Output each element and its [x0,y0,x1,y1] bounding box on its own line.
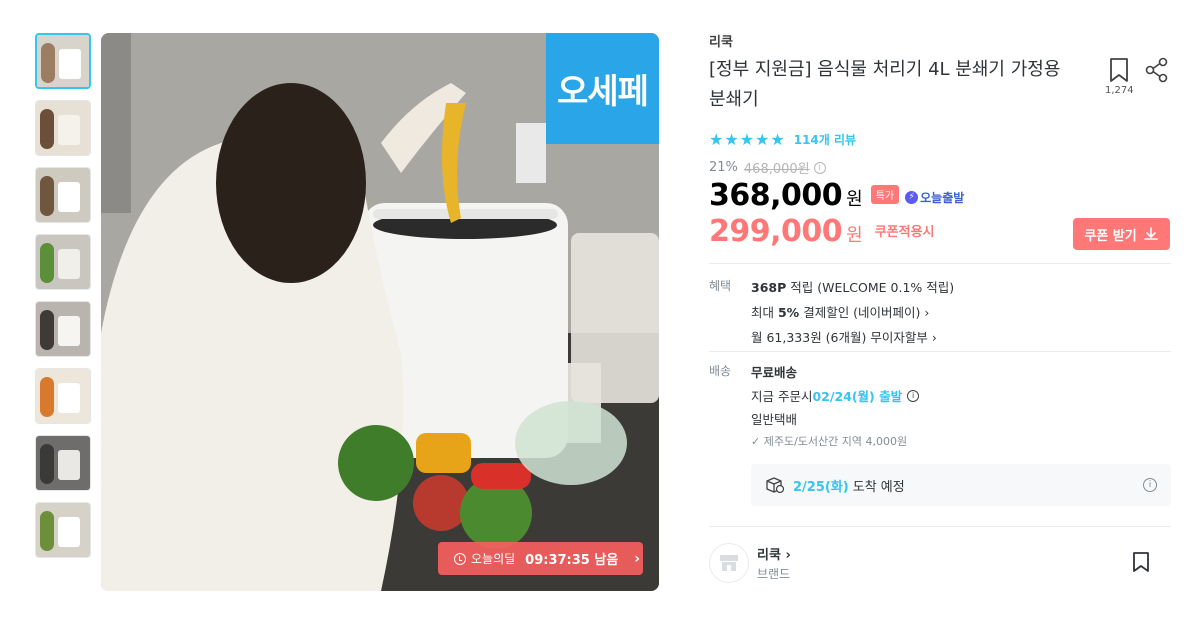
thumbnail-4[interactable] [35,234,91,290]
main-product-image[interactable]: 오세페 오늘의딜 09:37:35 남음 › [101,33,659,591]
arrival-text: 도착 예정 [852,479,905,495]
thumbnail-figure [40,444,54,484]
thumbnail-product [58,517,80,547]
get-coupon-button[interactable]: 쿠폰 받기 [1073,218,1170,250]
timer-label: 오늘의딜 [471,552,516,566]
points-line: 368P 적립 (WELCOME 0.1% 적립) [751,277,954,296]
bookmark-button[interactable] [1105,57,1133,87]
today-departure-label: 오늘출발 [920,190,965,205]
timer-countdown: 09:37:35 남음 [525,553,619,568]
delivery-type: 일반택배 [751,412,798,427]
store-name-link[interactable]: 리쿡 › [757,544,791,563]
coupon-price-row: 299,000 원 쿠폰적용시 [709,214,935,249]
todays-deal-timer[interactable]: 오늘의딜 09:37:35 남음 › [438,542,643,575]
today-departure-badge: ⚡ 오늘출발 [905,189,964,206]
order-date-prefix: 지금 주문시 [751,389,813,404]
coupon-price: 299,000 [709,214,843,249]
payment-discount-rate: 5% [777,305,800,320]
share-button[interactable] [1145,57,1169,87]
discount-row: 21% 468,000원 i [709,158,826,177]
divider [709,351,1171,352]
benefits-label: 혜택 [709,279,732,293]
installment-line[interactable]: 월 61,333원 (6개월) 무이자할부 › [751,327,937,346]
info-icon[interactable]: i [813,161,826,174]
special-deal-badge: 특가 [870,185,900,204]
thumbnail-product [58,249,80,279]
payment-discount-line[interactable]: 최대 5% 결제할인 (네이버페이) › [751,302,929,321]
store-bookmark-button[interactable] [1132,551,1150,577]
coupon-price-unit: 원 [846,225,863,246]
thumbnail-5[interactable] [35,301,91,357]
thumbnail-product [58,450,80,480]
download-icon [1143,227,1158,240]
thumbnail-figure [41,43,55,83]
thumbnail-figure [40,310,54,350]
thumbnail-list [35,33,91,569]
thumbnail-figure [40,109,54,149]
bookmark-icon [1133,552,1149,572]
rating-row[interactable]: ★ ★ ★ ★ ★ 114개 리뷰 [709,130,856,149]
original-price: 468,000원 [743,162,810,177]
package-icon [766,477,785,494]
store-avatar[interactable] [709,543,749,583]
payment-discount-desc: 결제할인 (네이버페이) › [799,305,930,320]
brand-link[interactable]: 리쿡 [709,31,733,50]
payment-discount-prefix: 최대 [751,305,778,320]
share-icon [1145,57,1168,83]
departure-date: 02/24(월) 출발 [812,389,903,404]
thumbnail-product [58,115,80,145]
osepe-badge: 오세페 [546,33,659,144]
thumbnail-product [58,383,80,413]
thumbnail-1[interactable] [35,33,91,89]
star-icon: ★ [724,130,739,149]
bookmark-icon [1110,58,1128,82]
thumbnail-figure [40,377,54,417]
sale-price: 368,000 [709,178,843,213]
clock-icon [454,552,466,565]
points-amount: 368P [751,280,787,295]
thumbnail-3[interactable] [35,167,91,223]
arrival-estimate: 2/25(화) 도착 예정 i [751,464,1171,506]
coupon-button-label: 쿠폰 받기 [1084,228,1137,244]
store-icon [720,555,738,571]
thumbnail-figure [40,176,54,216]
star-icon: ★ [755,130,770,149]
lightning-icon: ⚡ [905,190,919,204]
points-desc: 적립 (WELCOME 0.1% 적립) [786,280,955,295]
review-count-link[interactable]: 114개 리뷰 [794,131,856,148]
chevron-right-icon: › [634,550,641,567]
thumbnail-figure [40,243,54,283]
thumbnail-product [59,49,81,79]
thumbnail-product [58,182,80,212]
product-title: [정부 지원금] 음식물 처리기 4L 분쇄기 가정용 분쇄기 [709,59,1061,110]
delivery-label: 배송 [709,364,732,378]
extra-fee-note: ✓ 제주도/도서산간 지역 4,000원 [751,435,908,448]
thumbnail-product [58,316,80,346]
thumbnail-8[interactable] [35,502,91,558]
star-icon: ★ [739,130,755,149]
star-icon: ★ [709,130,724,149]
arrival-date: 2/25(화) [793,479,849,495]
discount-rate: 21% [709,160,738,175]
free-shipping: 무료배송 [751,365,798,380]
thumbnail-7[interactable] [35,435,91,491]
price-row: 368,000 원 특가 ⚡ 오늘출발 [709,178,964,213]
star-icon: ★ [770,130,785,149]
bookmark-count: 1,274 [1105,85,1134,96]
thumbnail-6[interactable] [35,368,91,424]
thumbnail-figure [40,511,54,551]
info-icon[interactable]: i [1143,478,1157,492]
coupon-note: 쿠폰적용시 [874,225,935,240]
thumbnail-2[interactable] [35,100,91,156]
divider [709,263,1171,264]
order-date-line: 지금 주문시 02/24(월) 출발 i [751,386,920,405]
info-icon[interactable]: i [907,389,920,402]
divider [709,526,1171,527]
price-unit: 원 [846,189,863,210]
store-type: 브랜드 [757,567,791,581]
